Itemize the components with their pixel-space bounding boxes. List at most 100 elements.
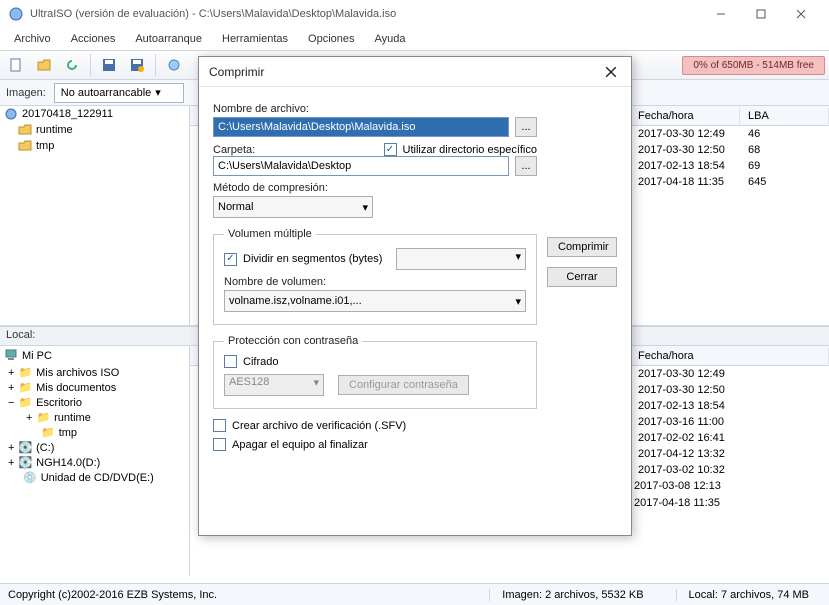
method-label: Método de compresión: (213, 182, 537, 194)
volname-label: Nombre de volumen: (224, 276, 526, 288)
shutdown-checkbox[interactable]: Apagar el equipo al finalizar (213, 438, 537, 451)
tree-node-tmp[interactable]: tmp (0, 138, 189, 154)
dialog-close-button[interactable] (601, 62, 621, 82)
method-combo[interactable]: Normal ▾ (213, 196, 373, 218)
checkbox-icon (213, 419, 226, 432)
saveas-icon[interactable] (125, 53, 149, 77)
local-node[interactable]: +📁runtime (0, 410, 189, 425)
local-node[interactable]: +💽(C:) (0, 440, 189, 455)
dialog-titlebar[interactable]: Comprimir (199, 57, 631, 87)
local-root-label: Mi PC (22, 350, 52, 362)
browse-folder-button[interactable]: ... (515, 156, 537, 176)
password-group: Protección con contraseña Cifrado AES128… (213, 335, 537, 409)
disk-usage-badge: 0% of 650MB - 514MB free (682, 56, 825, 75)
drive-icon: 💽 (18, 456, 32, 469)
tree-node-runtime[interactable]: runtime (0, 122, 189, 138)
menu-autoarranque[interactable]: Autoarranque (125, 31, 212, 47)
checkbox-icon (224, 355, 237, 368)
reload-icon[interactable] (60, 53, 84, 77)
configure-password-button: Configurar contraseña (338, 375, 469, 395)
expand-icon[interactable]: + (8, 442, 14, 454)
local-node[interactable]: +💽NGH14.0(D:) (0, 455, 189, 470)
local-node[interactable]: −📁Escritorio (0, 395, 189, 410)
status-local: Local: 7 archivos, 74 MB (676, 589, 821, 601)
browse-file-button[interactable]: ... (515, 117, 537, 137)
window-title: UltraISO (versión de evaluación) - C:\Us… (30, 8, 701, 20)
local-node[interactable]: +📁Mis documentos (0, 380, 189, 395)
folder-icon: 📁 (18, 381, 32, 394)
close-dialog-button[interactable]: Cerrar (547, 267, 617, 287)
maximize-button[interactable] (741, 0, 781, 28)
drive-icon: 💽 (18, 441, 32, 454)
expand-icon[interactable]: + (8, 367, 14, 379)
menu-opciones[interactable]: Opciones (298, 31, 364, 47)
tree-root-label: 20170418_122911 (22, 108, 113, 120)
compress-dialog: Comprimir Nombre de archivo: ... Carpeta… (198, 56, 632, 536)
expand-icon[interactable]: + (8, 382, 14, 394)
expand-icon[interactable]: + (26, 412, 32, 424)
tree-node-label: tmp (36, 140, 54, 152)
checkbox-icon (213, 438, 226, 451)
image-tree: 20170418_122911 runtime tmp (0, 106, 190, 325)
boot-combo[interactable]: No autoarrancable ▾ (54, 83, 184, 103)
col-date[interactable]: Fecha/hora (630, 108, 740, 124)
filename-input[interactable] (213, 117, 509, 137)
cd-icon: 💿 (23, 471, 37, 484)
local-root[interactable]: Mi PC (0, 346, 189, 365)
folder-input[interactable] (213, 156, 509, 176)
usedir-label: Utilizar directorio específico (403, 144, 538, 156)
pc-icon (4, 347, 18, 364)
new-icon[interactable] (4, 53, 28, 77)
tree-root[interactable]: 20170418_122911 (0, 106, 189, 122)
checkbox-icon (224, 253, 237, 266)
local-tree: Mi PC +📁Mis archivos ISO +📁Mis documento… (0, 346, 190, 576)
tree-node-label: runtime (36, 124, 73, 136)
sfv-checkbox[interactable]: Crear archivo de verificación (.SFV) (213, 419, 537, 432)
folder-icon: 📁 (18, 366, 32, 379)
menu-herramientas[interactable]: Herramientas (212, 31, 298, 47)
minimize-button[interactable] (701, 0, 741, 28)
split-size-combo[interactable]: ▾ (396, 248, 526, 270)
volname-combo[interactable]: volname.isz,volname.i01,... ▾ (224, 290, 526, 312)
disc-icon (4, 107, 18, 121)
save-icon[interactable] (97, 53, 121, 77)
local-node[interactable]: 💿Unidad de CD/DVD(E:) (0, 470, 189, 485)
col-date[interactable]: Fecha/hora (630, 348, 829, 364)
local-node[interactable]: +📁Mis archivos ISO (0, 365, 189, 380)
password-legend: Protección con contraseña (224, 335, 362, 347)
titlebar: UltraISO (versión de evaluación) - C:\Us… (0, 0, 829, 28)
usedir-checkbox[interactable]: Utilizar directorio específico (384, 143, 538, 156)
filename-label: Nombre de archivo: (213, 103, 537, 115)
boot-combo-value: No autoarrancable (61, 87, 152, 99)
chevron-down-icon: ▾ (362, 201, 368, 214)
menu-acciones[interactable]: Acciones (61, 31, 126, 47)
status-image: Imagen: 2 archivos, 5532 KB (489, 589, 655, 601)
open-icon[interactable] (32, 53, 56, 77)
folder-icon: 📁 (41, 426, 55, 439)
statusbar: Copyright (c)2002-2016 EZB Systems, Inc.… (0, 583, 829, 605)
chevron-down-icon: ▾ (515, 250, 521, 268)
cipher-combo: AES128▾ (224, 374, 324, 396)
menu-archivo[interactable]: Archivo (4, 31, 61, 47)
compress-button[interactable]: Comprimir (547, 237, 617, 257)
multivolume-group: Volumen múltiple Dividir en segmentos (b… (213, 228, 537, 325)
split-checkbox[interactable]: Dividir en segmentos (bytes) (224, 253, 382, 266)
folder-label: Carpeta: (213, 144, 255, 156)
folder-icon: 📁 (18, 396, 32, 409)
tool-icon[interactable] (162, 53, 186, 77)
chevron-down-icon: ▾ (515, 295, 521, 308)
menu-ayuda[interactable]: Ayuda (365, 31, 416, 47)
col-lba[interactable]: LBA (740, 108, 829, 124)
app-icon (8, 6, 24, 22)
checkbox-icon (384, 143, 397, 156)
multivolume-legend: Volumen múltiple (224, 228, 316, 240)
cifrado-checkbox[interactable]: Cifrado (224, 355, 526, 368)
image-label: Imagen: (6, 87, 46, 99)
folder-icon: 📁 (36, 411, 50, 424)
expand-icon[interactable]: + (8, 457, 14, 469)
chevron-down-icon: ▾ (313, 376, 319, 394)
local-node[interactable]: 📁tmp (0, 425, 189, 440)
folder-icon (18, 123, 32, 137)
collapse-icon[interactable]: − (8, 397, 14, 409)
close-button[interactable] (781, 0, 821, 28)
